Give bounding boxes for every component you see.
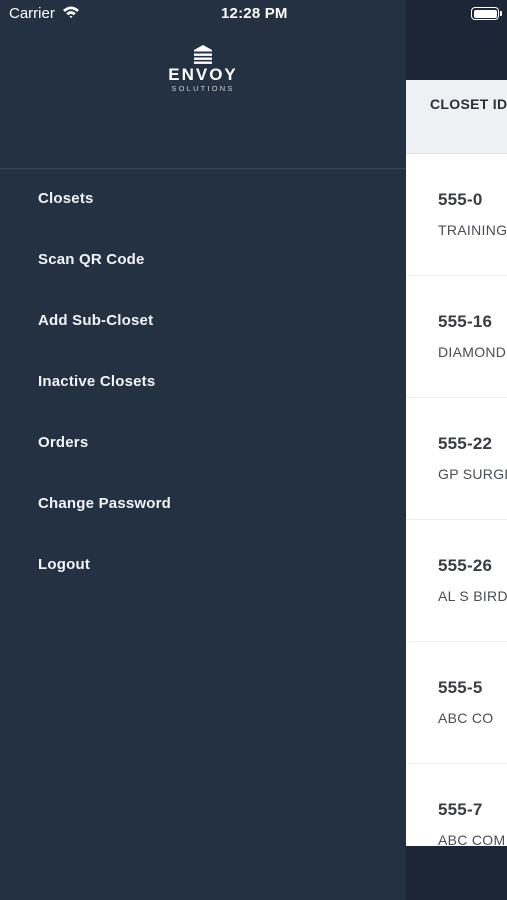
bottom-bar <box>406 846 507 900</box>
status-bar: Carrier 12:28 PM <box>0 0 507 28</box>
closet-name: TRAINING <box>438 222 507 238</box>
menu-item-inactive-closets[interactable]: Inactive Closets <box>0 351 406 412</box>
closet-id: 555-0 <box>438 190 483 209</box>
closet-list: CLOSET ID 555-0 TRAINING 555-16 DIAMOND … <box>406 80 507 846</box>
column-header-closet-id: CLOSET ID <box>406 80 507 154</box>
closet-name: ABC CO <box>438 710 494 726</box>
closet-id: 555-26 <box>438 556 493 575</box>
carrier-label: Carrier <box>9 5 55 22</box>
closet-row[interactable]: 555-26 AL S BIRD <box>406 520 507 642</box>
logo-wordmark: ENVOY <box>168 65 238 84</box>
closet-name: DIAMOND <box>438 344 507 360</box>
closet-id: 555-7 <box>438 800 483 819</box>
closet-row[interactable]: 555-7 ABC COM <box>406 764 507 846</box>
closet-name: ABC COM <box>438 832 506 846</box>
building-logo-icon <box>194 45 212 64</box>
drawer-menu: Closets Scan QR Code Add Sub-Closet Inac… <box>0 168 406 595</box>
closet-row[interactable]: 555-5 ABC CO <box>406 642 507 764</box>
closet-name: GP SURGE <box>438 466 507 482</box>
side-drawer: ENVOY SOLUTIONS Closets Scan QR Code Add… <box>0 0 406 900</box>
closet-row[interactable]: 555-22 GP SURGE <box>406 398 507 520</box>
battery-icon <box>471 7 499 20</box>
closet-row[interactable]: 555-16 DIAMOND <box>406 276 507 398</box>
envoy-logo: ENVOY SOLUTIONS <box>163 44 243 96</box>
closet-id: 555-22 <box>438 434 493 453</box>
closet-row[interactable]: 555-0 TRAINING <box>406 154 507 276</box>
closet-id: 555-5 <box>438 678 483 697</box>
closet-name: AL S BIRD <box>438 588 507 604</box>
menu-item-closets[interactable]: Closets <box>0 168 406 229</box>
menu-item-orders[interactable]: Orders <box>0 412 406 473</box>
menu-item-scan-qr-code[interactable]: Scan QR Code <box>0 229 406 290</box>
menu-item-add-sub-closet[interactable]: Add Sub-Closet <box>0 290 406 351</box>
closet-id: 555-16 <box>438 312 493 331</box>
wifi-icon <box>62 5 80 23</box>
logo-subtitle: SOLUTIONS <box>171 84 235 93</box>
menu-item-change-password[interactable]: Change Password <box>0 473 406 534</box>
menu-item-logout[interactable]: Logout <box>0 534 406 595</box>
clock: 12:28 PM <box>221 5 288 22</box>
battery-tip <box>500 11 502 16</box>
